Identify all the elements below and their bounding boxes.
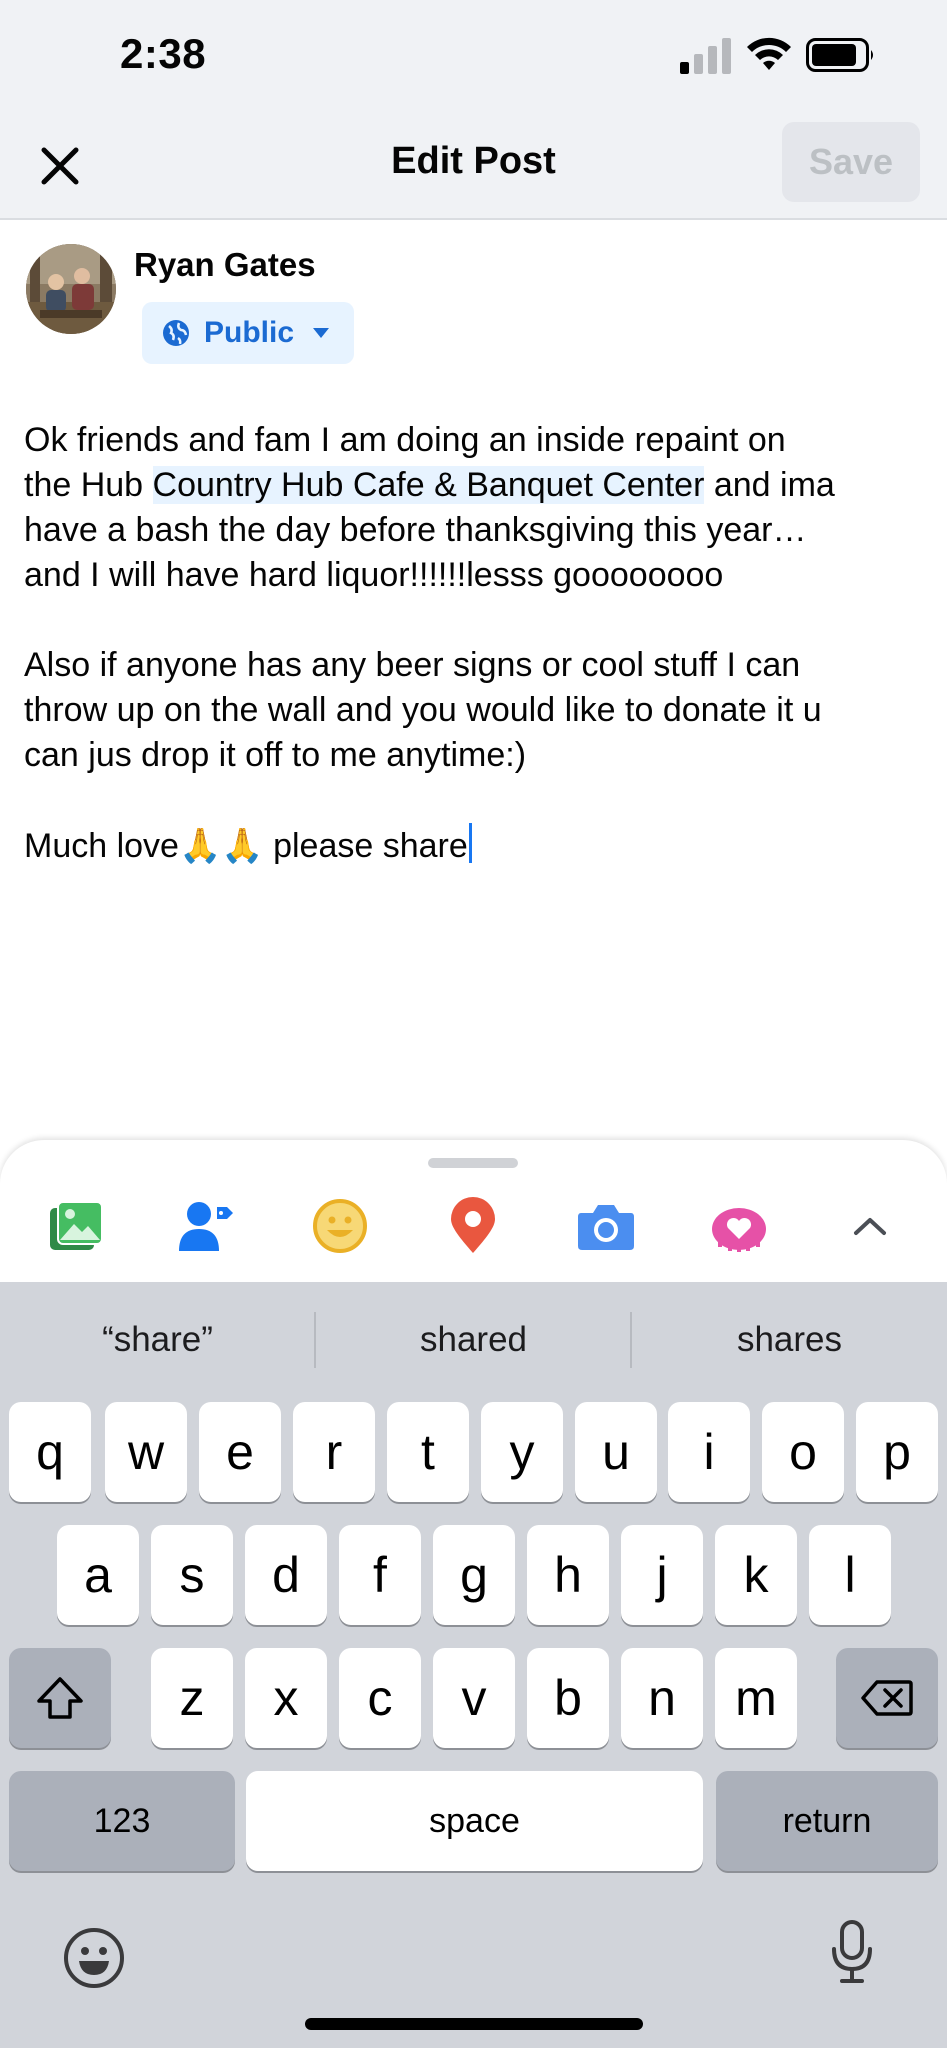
post-paragraph-1: Ok friends and fam I am doing an inside … [24, 418, 934, 598]
key-r[interactable]: r [293, 1402, 375, 1502]
key-d[interactable]: d [245, 1525, 327, 1625]
post-paragraph-2: Also if anyone has any beer signs or coo… [24, 643, 934, 778]
key-x[interactable]: x [245, 1648, 327, 1748]
key-s[interactable]: s [151, 1525, 233, 1625]
audience-selector[interactable]: Public [142, 302, 354, 364]
suggestion-3[interactable]: shares [632, 1282, 947, 1398]
live-icon[interactable] [709, 1196, 769, 1256]
post-line: and I will have hard liquor!!!!!!lesss g… [24, 556, 724, 594]
nav-bar: Edit Post Save [0, 110, 947, 220]
tag-people-icon[interactable] [176, 1196, 236, 1256]
globe-icon [163, 320, 189, 346]
space-key[interactable]: space [246, 1771, 703, 1871]
battery-icon [806, 38, 873, 72]
feeling-icon[interactable] [310, 1196, 370, 1256]
key-u[interactable]: u [575, 1402, 657, 1502]
status-time: 2:38 [120, 30, 207, 77]
post-line: throw up on the wall and you would like … [24, 691, 822, 729]
post-line: Also if anyone has any beer signs or coo… [24, 646, 801, 684]
key-y[interactable]: y [481, 1402, 563, 1502]
cellular-signal-icon [680, 38, 731, 74]
return-key[interactable]: return [716, 1771, 938, 1871]
post-line: and ima [704, 466, 835, 504]
save-button[interactable]: Save [782, 122, 920, 202]
post-line: have a bash the day before thanksgiving … [24, 511, 807, 549]
drag-handle[interactable] [428, 1158, 518, 1168]
key-l[interactable]: l [809, 1525, 891, 1625]
key-v[interactable]: v [433, 1648, 515, 1748]
backspace-icon [861, 1680, 913, 1716]
keyboard: “share” shared shares q w e r t y u i o … [0, 1282, 947, 2048]
key-t[interactable]: t [387, 1402, 469, 1502]
key-g[interactable]: g [433, 1525, 515, 1625]
author-name[interactable]: Ryan Gates [134, 246, 316, 284]
key-p[interactable]: p [856, 1402, 938, 1502]
key-m[interactable]: m [715, 1648, 797, 1748]
composer-toolbar [0, 1140, 947, 1282]
key-z[interactable]: z [151, 1648, 233, 1748]
key-a[interactable]: a [57, 1525, 139, 1625]
expand-icon[interactable] [840, 1196, 900, 1256]
key-n[interactable]: n [621, 1648, 703, 1748]
post-paragraph-3: Much love🙏🙏 please share [24, 823, 934, 869]
key-f[interactable]: f [339, 1525, 421, 1625]
suggestion-1[interactable]: “share” [0, 1282, 315, 1398]
emoji-keyboard-icon[interactable] [62, 1926, 126, 1990]
suggestion-2[interactable]: shared [316, 1282, 631, 1398]
photo-icon[interactable] [46, 1196, 106, 1256]
key-j[interactable]: j [621, 1525, 703, 1625]
status-bar: 2:38 [0, 0, 947, 110]
camera-icon[interactable] [576, 1196, 636, 1256]
post-line: can jus drop it off to me anytime:) [24, 736, 527, 774]
key-o[interactable]: o [762, 1402, 844, 1502]
avatar[interactable] [26, 244, 116, 334]
post-line: Much love🙏🙏 please share [24, 827, 468, 865]
post-line: the Hub [24, 466, 153, 504]
caret-down-icon [313, 328, 330, 338]
audience-label: Public [204, 316, 295, 349]
post-line: Ok friends and fam I am doing an inside … [24, 421, 786, 459]
key-q[interactable]: q [9, 1402, 91, 1502]
home-indicator [305, 2018, 643, 2030]
key-h[interactable]: h [527, 1525, 609, 1625]
microphone-icon[interactable] [820, 1920, 884, 1984]
wifi-icon [747, 37, 791, 70]
check-in-icon[interactable] [443, 1196, 503, 1256]
numbers-key[interactable]: 123 [9, 1771, 235, 1871]
avatar-photo [26, 244, 116, 334]
key-c[interactable]: c [339, 1648, 421, 1748]
key-w[interactable]: w [105, 1402, 187, 1502]
key-b[interactable]: b [527, 1648, 609, 1748]
shift-key[interactable] [9, 1648, 111, 1748]
key-i[interactable]: i [668, 1402, 750, 1502]
key-e[interactable]: e [199, 1402, 281, 1502]
backspace-key[interactable] [836, 1648, 938, 1748]
shift-icon [37, 1677, 83, 1719]
key-k[interactable]: k [715, 1525, 797, 1625]
page-mention[interactable]: Country Hub Cafe & Banquet Center [152, 466, 705, 504]
post-text-editor[interactable]: Ok friends and fam I am doing an inside … [24, 418, 934, 914]
text-cursor [468, 823, 472, 863]
